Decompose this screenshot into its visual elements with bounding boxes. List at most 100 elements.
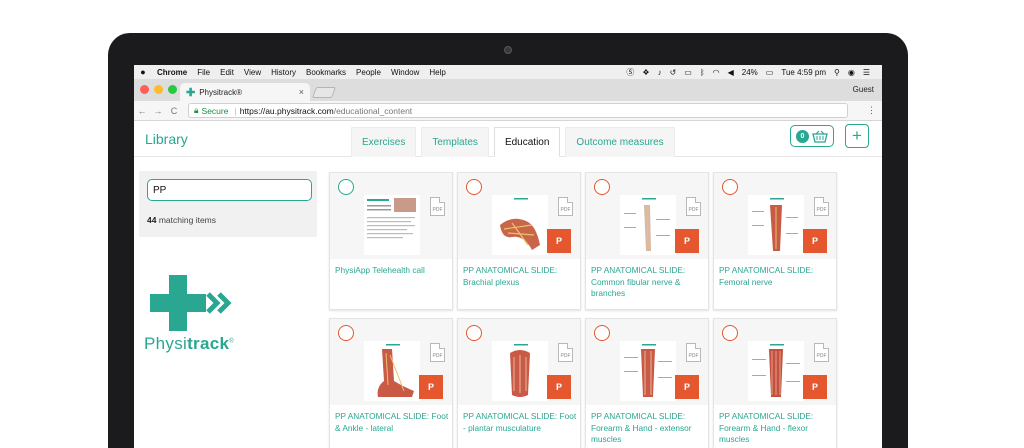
physitrack-wordmark: Physitrack®	[144, 334, 234, 354]
back-arrow-icon[interactable]: ←	[134, 106, 150, 116]
menu-history[interactable]: History	[266, 68, 301, 77]
card-title[interactable]: PP ANATOMICAL SLIDE: Brachial plexus	[463, 265, 577, 288]
anatomy-thumbnail	[364, 341, 420, 401]
tab-exercises[interactable]: Exercises	[351, 127, 417, 157]
app-header: Library Exercises Templates Education Ou…	[134, 121, 882, 157]
pdf-icon: PDF	[558, 197, 573, 216]
menu-chrome[interactable]: Chrome	[152, 68, 192, 77]
pdf-icon: PDF	[430, 197, 445, 216]
content-card[interactable]: PDF P PP ANATOMICAL SLIDE: Foot - planta…	[457, 318, 581, 448]
physiotherapy-logo-icon: P	[803, 229, 827, 253]
time-machine-icon[interactable]: ↺	[666, 68, 681, 77]
apple-icon[interactable]: ●	[134, 67, 152, 77]
basket-button[interactable]: 0	[790, 125, 834, 147]
menubar-status: Ⓢ ❖ ♪ ↺ ▭ ᛒ ◠ ◀ 24% ▭ Tue 4:59 pm ⚲ ◉ ☰	[622, 67, 882, 78]
menu-file[interactable]: File	[192, 68, 215, 77]
search-input[interactable]	[147, 179, 312, 201]
menu-people[interactable]: People	[351, 68, 386, 77]
card-select-radio[interactable]	[594, 179, 610, 195]
zoom-window-button[interactable]	[168, 85, 177, 94]
logo-text-physi: Physi	[144, 334, 188, 353]
menu-help[interactable]: Help	[424, 68, 450, 77]
basket-count-badge: 0	[796, 129, 809, 143]
new-tab-button[interactable]	[311, 87, 337, 98]
card-title[interactable]: PP ANATOMICAL SLIDE: Common fibular nerv…	[591, 265, 705, 300]
anatomy-thumbnail	[748, 195, 804, 255]
card-select-radio[interactable]	[338, 179, 354, 195]
content-card[interactable]: PDF PhysiApp Telehealth call	[329, 172, 453, 310]
card-title[interactable]: PP ANATOMICAL SLIDE: Femoral nerve	[719, 265, 833, 288]
anatomy-thumbnail	[492, 195, 548, 255]
siri-icon[interactable]: ◉	[844, 68, 859, 77]
tab-templates[interactable]: Templates	[421, 127, 489, 157]
library-tabs: Exercises Templates Education Outcome me…	[351, 127, 675, 157]
wifi-icon[interactable]: ◠	[709, 68, 724, 77]
bluetooth-icon[interactable]: ᛒ	[696, 68, 709, 77]
card-title[interactable]: PP ANATOMICAL SLIDE: Foot - plantar musc…	[463, 411, 577, 434]
pdf-icon: PDF	[686, 197, 701, 216]
content-card[interactable]: PDF P PP ANATOMICAL SLIDE: Forearm & Han…	[585, 318, 709, 448]
menu-edit[interactable]: Edit	[215, 68, 239, 77]
basket-icon	[812, 130, 828, 143]
menu-view[interactable]: View	[239, 68, 266, 77]
menu-bookmarks[interactable]: Bookmarks	[301, 68, 351, 77]
dropbox-icon[interactable]: ❖	[638, 68, 653, 77]
minimize-window-button[interactable]	[154, 85, 163, 94]
pdf-icon: PDF	[430, 343, 445, 362]
card-title[interactable]: PP ANATOMICAL SLIDE: Forearm & Hand - fl…	[719, 411, 833, 446]
close-window-button[interactable]	[140, 85, 149, 94]
notification-center-icon[interactable]: ☰	[859, 68, 874, 77]
content-card[interactable]: PDF P PP ANATOMICAL SLIDE: Femoral nerve	[713, 172, 837, 310]
url-host: https://au.physitrack.com	[239, 105, 334, 116]
add-button[interactable]: +	[845, 124, 869, 148]
browser-tab-physitrack[interactable]: ✚ Physitrack® ×	[180, 83, 310, 101]
chrome-menu-icon[interactable]: ⋮	[867, 105, 882, 116]
browser-tabstrip: ✚ Physitrack® × Guest	[134, 79, 882, 101]
pdf-icon: PDF	[686, 343, 701, 362]
battery-icon[interactable]: ▭	[762, 68, 778, 77]
pdf-icon: PDF	[814, 343, 829, 362]
content-card[interactable]: PDF P PP ANATOMICAL SLIDE: Brachial plex…	[457, 172, 581, 310]
url-path: /educational_content	[333, 105, 413, 116]
card-select-radio[interactable]	[722, 179, 738, 195]
card-title[interactable]: PP ANATOMICAL SLIDE: Foot & Ankle - late…	[335, 411, 449, 434]
mac-menubar: ● Chrome File Edit View History Bookmark…	[134, 65, 882, 79]
clock[interactable]: Tue 4:59 pm	[777, 68, 830, 77]
skype-icon[interactable]: Ⓢ	[622, 67, 638, 78]
spotlight-icon[interactable]: ⚲	[830, 68, 844, 77]
pdf-icon: PDF	[814, 197, 829, 216]
menu-window[interactable]: Window	[386, 68, 424, 77]
card-select-radio[interactable]	[466, 179, 482, 195]
content-card[interactable]: PDF P PP ANATOMICAL SLIDE: Common fibula…	[585, 172, 709, 310]
battery-percent[interactable]: 24%	[738, 68, 762, 77]
content-card[interactable]: PDF P PP ANATOMICAL SLIDE: Forearm & Han…	[713, 318, 837, 448]
card-select-radio[interactable]	[722, 325, 738, 341]
physiotherapy-logo-icon: P	[675, 229, 699, 253]
airplay-icon[interactable]: ▭	[680, 68, 696, 77]
content-card[interactable]: PDF P PP ANATOMICAL SLIDE: Foot & Ankle …	[329, 318, 453, 448]
tune-icon[interactable]: ♪	[654, 68, 666, 77]
physiotherapy-logo-icon: P	[419, 375, 443, 399]
match-count-text: 44 matching items	[147, 215, 216, 225]
address-bar[interactable]: 🔒︎ Secure | https://au.physitrack.com /e…	[188, 103, 848, 118]
laptop-frame: ● Chrome File Edit View History Bookmark…	[108, 33, 908, 448]
window-controls	[140, 85, 177, 94]
anatomy-thumbnail	[620, 195, 676, 255]
tab-outcome-measures[interactable]: Outcome measures	[565, 127, 675, 157]
tab-close-icon[interactable]: ×	[299, 87, 304, 97]
logo-text-track: track	[187, 334, 230, 353]
guest-profile-label[interactable]: Guest	[853, 85, 874, 94]
card-title[interactable]: PhysiApp Telehealth call	[335, 265, 449, 277]
physiotherapy-logo-icon: P	[675, 375, 699, 399]
tab-education[interactable]: Education	[493, 127, 561, 157]
browser-tab-title: Physitrack®	[199, 87, 243, 97]
match-count: 44	[147, 215, 157, 225]
forward-arrow-icon[interactable]: →	[150, 106, 166, 116]
card-select-radio[interactable]	[338, 325, 354, 341]
volume-icon[interactable]: ◀	[724, 68, 738, 77]
card-select-radio[interactable]	[466, 325, 482, 341]
physiotherapy-logo-icon: P	[547, 375, 571, 399]
card-select-radio[interactable]	[594, 325, 610, 341]
reload-icon[interactable]: C	[166, 106, 182, 116]
card-title[interactable]: PP ANATOMICAL SLIDE: Forearm & Hand - ex…	[591, 411, 705, 446]
